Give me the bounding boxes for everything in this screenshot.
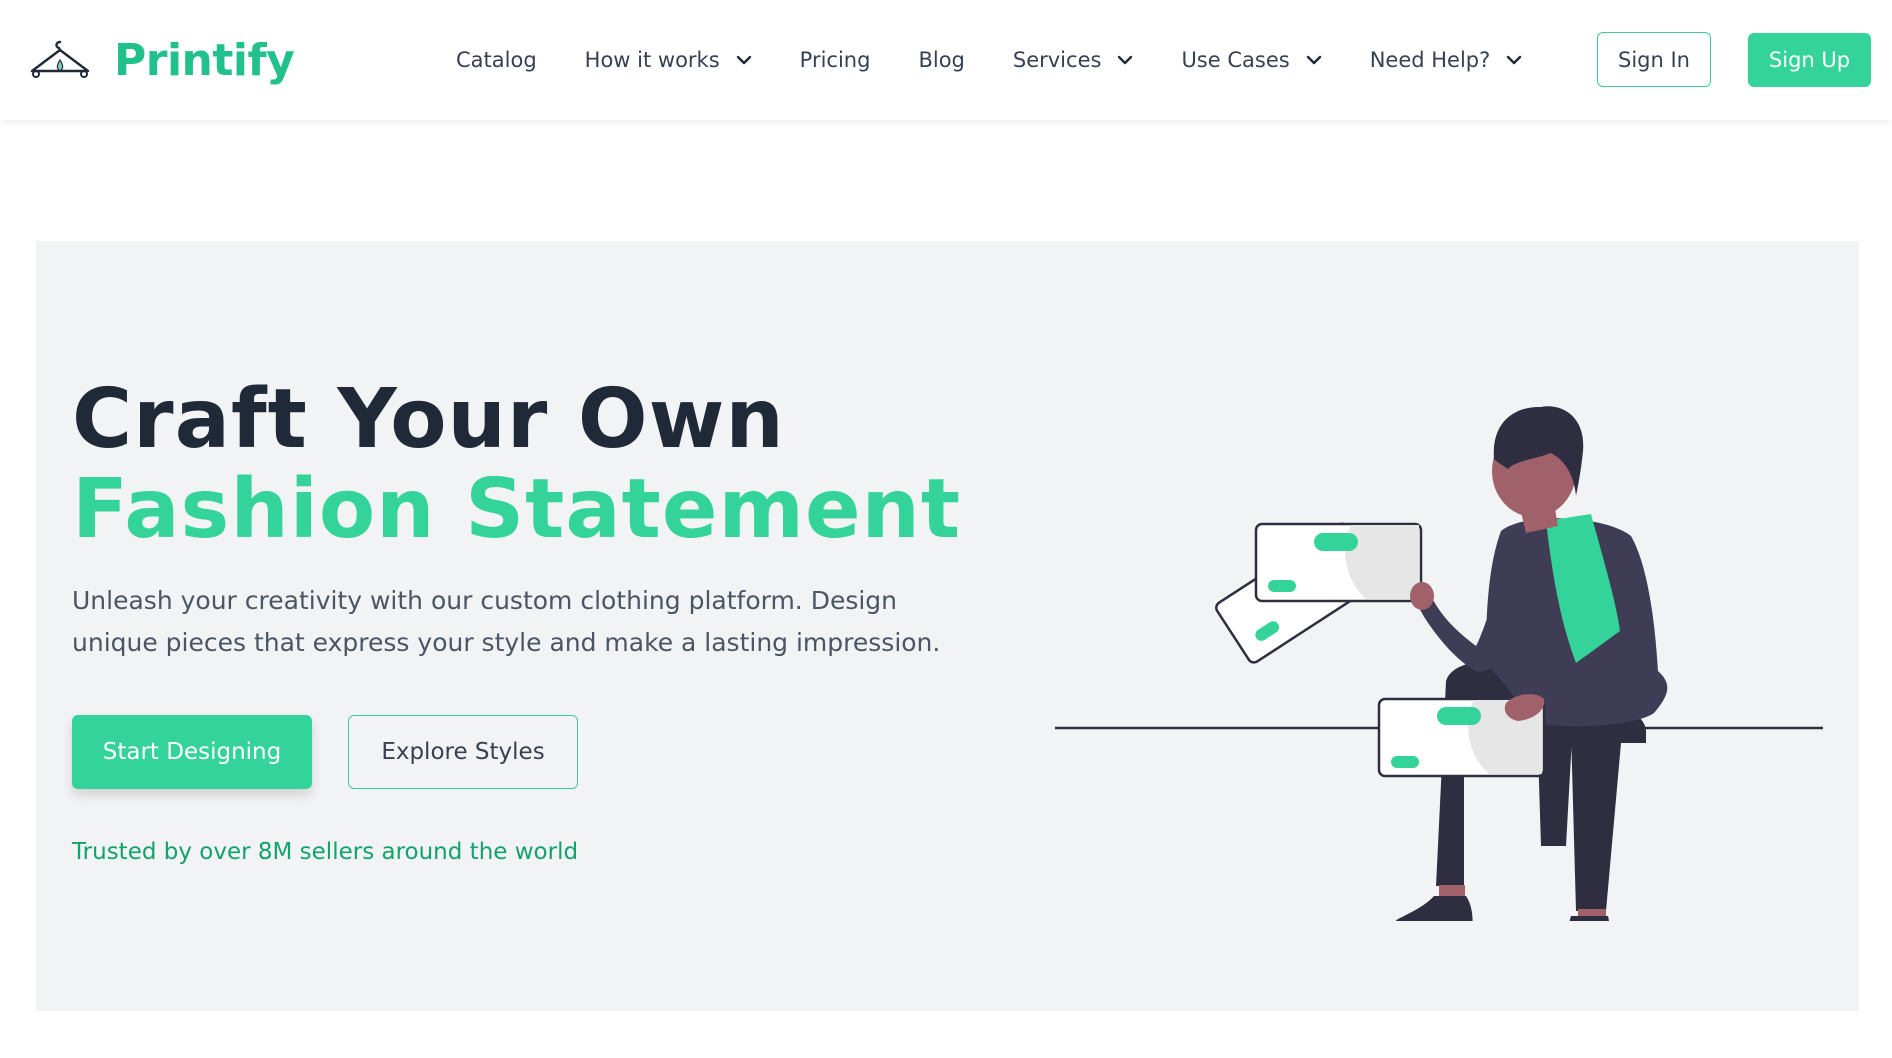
hero-title-line2: Fashion Statement <box>72 462 962 557</box>
hero-title-line1: Craft Your Own <box>72 372 785 467</box>
nav-item-label: Pricing <box>799 48 871 72</box>
nav-item-pricing[interactable]: Pricing <box>800 48 871 72</box>
hero-title: Craft Your Own Fashion Statement <box>72 375 961 555</box>
logo[interactable]: Printify <box>28 30 295 90</box>
sign-in-button[interactable]: Sign In <box>1597 32 1711 87</box>
person-sitting-illustration <box>1055 406 1823 921</box>
nav-item-blog[interactable]: Blog <box>918 48 964 72</box>
nav-item-label: Need Help? <box>1369 48 1491 72</box>
hero-subtitle: Unleash your creativity with our custom … <box>72 586 941 657</box>
upper-card <box>1254 522 1423 603</box>
nav-item-label: Services <box>1012 48 1102 72</box>
sign-up-button[interactable]: Sign Up <box>1748 33 1871 87</box>
nav-item-need-help[interactable]: Need Help? <box>1370 48 1523 72</box>
nav-item-how-it-works[interactable]: How it works <box>585 48 752 72</box>
nav-item-label: Catalog <box>456 48 537 72</box>
nav-item-label: How it works <box>584 48 720 72</box>
chevron-down-icon <box>1507 55 1522 65</box>
site-header: Printify Catalog How it works Pricing Bl… <box>0 0 1892 120</box>
main-nav: Catalog How it works Pricing Blog Servic… <box>456 38 1570 82</box>
nav-item-services[interactable]: Services <box>1013 48 1134 72</box>
start-designing-button[interactable]: Start Designing <box>72 715 312 789</box>
chevron-down-icon <box>1306 55 1321 65</box>
trust-text: Trusted by over 8M sellers around the wo… <box>72 839 579 865</box>
chevron-down-icon <box>736 55 751 65</box>
nav-item-label: Use Cases <box>1181 48 1290 72</box>
nav-item-catalog[interactable]: Catalog <box>456 48 537 72</box>
hanger-icon <box>30 40 90 78</box>
nav-item-label: Blog <box>918 48 965 72</box>
chevron-down-icon <box>1118 55 1133 65</box>
explore-styles-button[interactable]: Explore Styles <box>348 715 578 789</box>
nav-item-use-cases[interactable]: Use Cases <box>1181 48 1321 72</box>
hero-section: Craft Your Own Fashion Statement Unleash… <box>36 241 1859 1011</box>
logo-text: Printify <box>114 34 295 86</box>
